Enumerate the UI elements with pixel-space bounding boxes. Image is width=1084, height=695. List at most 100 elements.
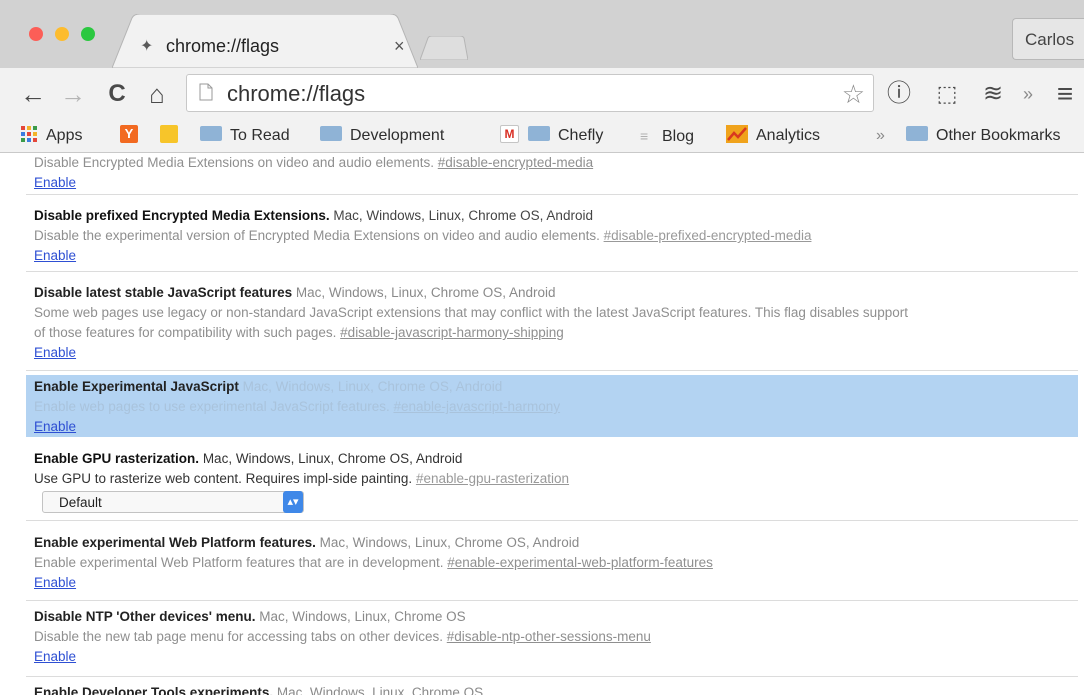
folder-icon — [320, 126, 342, 142]
bookmark-development[interactable]: Development — [320, 120, 444, 152]
layers-icon[interactable]: ≋ — [978, 77, 1008, 111]
flag-anchor[interactable]: #enable-gpu-rasterization — [416, 471, 569, 486]
enable-link[interactable]: Enable — [34, 573, 76, 593]
bookmark-y[interactable]: Y — [120, 120, 145, 152]
enable-link[interactable]: Enable — [34, 246, 76, 266]
close-window-button[interactable] — [29, 27, 43, 41]
flag-name: Disable NTP 'Other devices' menu. — [34, 609, 256, 624]
bookmark-label: Analytics — [756, 127, 821, 144]
flag-anchor[interactable]: #disable-encrypted-media — [438, 155, 593, 170]
url-text[interactable]: chrome://flags — [227, 81, 365, 107]
menu-icon[interactable]: ≡ — [1050, 77, 1080, 111]
select-value: Default — [59, 495, 102, 510]
star-icon[interactable]: ☆ — [842, 79, 865, 110]
extension-info-icon[interactable]: ⓘ — [884, 77, 914, 111]
flag-item: Enable GPU rasterization. Mac, Windows, … — [26, 449, 1078, 521]
bookmark-chefly[interactable]: Chefly — [528, 120, 603, 152]
bookmark-label: Chefly — [558, 127, 604, 144]
bookmark-analytics[interactable]: Analytics — [726, 120, 820, 152]
flag-platforms: Mac, Windows, Linux, Chrome OS, Android — [319, 535, 580, 550]
flag-item: Enable experimental Web Platform feature… — [26, 533, 1078, 601]
minimize-window-button[interactable] — [55, 27, 69, 41]
flag-platforms: Mac, Windows, Linux, Chrome OS, Android — [202, 451, 463, 466]
bookmark-label: Development — [350, 127, 445, 144]
flag-platforms: Mac, Windows, Linux, Chrome OS — [276, 685, 484, 695]
bookmarks-bar: Apps Y To Read Development M Chefly ≡ Blo… — [0, 120, 1084, 153]
flag-item: Disable prefixed Encrypted Media Extensi… — [26, 206, 1078, 272]
flag-description: Disable the experimental version of Encr… — [34, 228, 600, 243]
enable-link[interactable]: Enable — [34, 417, 76, 437]
flag-description-continued: of those features for compatibility with… — [34, 325, 337, 340]
overflow-chevron-icon[interactable]: » — [1018, 77, 1038, 111]
bookmark-blog[interactable]: ≡ Blog — [640, 120, 694, 152]
flag-platforms: Mac, Windows, Linux, Chrome OS — [259, 609, 466, 624]
analytics-icon — [726, 124, 748, 143]
enable-link[interactable]: Enable — [34, 343, 76, 363]
flag-description: Enable experimental Web Platform feature… — [34, 555, 444, 570]
bookmarks-overflow-chevron-icon[interactable]: » — [876, 120, 885, 152]
flag-name: Enable Experimental JavaScript — [34, 379, 239, 394]
bookmark-label: Apps — [46, 127, 83, 144]
flag-item: Disable NTP 'Other devices' menu. Mac, W… — [26, 607, 1078, 677]
reload-icon[interactable]: C — [104, 77, 130, 111]
folder-icon — [200, 126, 222, 142]
chevron-up-down-icon: ▴▾ — [283, 491, 303, 513]
flag-anchor[interactable]: #disable-ntp-other-sessions-menu — [447, 629, 651, 644]
flag-name: Enable GPU rasterization. — [34, 451, 200, 466]
doc-icon: ≡ — [640, 128, 649, 144]
close-icon[interactable]: × — [394, 36, 405, 57]
y-icon: Y — [120, 124, 138, 143]
flags-icon: ✦ — [140, 38, 154, 55]
flag-item: Enable Developer Tools experiments. Mac,… — [26, 683, 1078, 695]
forward-arrow-icon[interactable]: → — [58, 77, 88, 111]
browser-window: ✦ chrome://flags × Carlos ← → C ⌂ ⓘ ⬚ ≋ … — [0, 0, 1084, 695]
flags-list: Disable Encrypted Media Extensions on vi… — [0, 153, 1084, 695]
flag-platforms: Mac, Windows, Linux, Chrome OS, Android — [242, 379, 503, 394]
folder-icon — [528, 126, 550, 142]
gpu-rasterization-select[interactable]: Default ▴▾ — [42, 491, 304, 513]
bookmark-other-bookmarks[interactable]: Other Bookmarks — [906, 120, 1060, 152]
flag-description: Enable web pages to use experimental Jav… — [34, 399, 390, 414]
profile-button[interactable]: Carlos — [1012, 18, 1084, 60]
tab-strip: ✦ chrome://flags × Carlos — [0, 0, 1084, 68]
flag-description: Disable the new tab page menu for access… — [34, 629, 443, 644]
flag-name: Enable Developer Tools experiments. — [34, 685, 274, 695]
bookmark-label: Blog — [662, 128, 695, 145]
flag-anchor[interactable]: #disable-prefixed-encrypted-media — [604, 228, 812, 243]
new-tab-button[interactable] — [420, 36, 468, 60]
bookmark-label: Other Bookmarks — [936, 127, 1061, 144]
flag-platforms: Mac, Windows, Linux, Chrome OS, Android — [333, 208, 593, 223]
flag-item: Disable Encrypted Media Extensions on vi… — [26, 153, 1078, 195]
cast-icon[interactable]: ⬚ — [930, 77, 964, 111]
enable-link[interactable]: Enable — [34, 173, 76, 193]
zoom-window-button[interactable] — [81, 27, 95, 41]
flag-description: Some web pages use legacy or non-standar… — [34, 305, 908, 320]
tab-chrome-flags[interactable]: ✦ chrome://flags × — [112, 14, 418, 68]
home-icon[interactable]: ⌂ — [142, 77, 172, 111]
flag-name: Disable prefixed Encrypted Media Extensi… — [34, 208, 330, 223]
gmail-icon: M — [500, 124, 519, 143]
flag-platforms: Mac, Windows, Linux, Chrome OS, Android — [295, 285, 556, 300]
page-icon — [199, 83, 213, 101]
flag-item: Disable latest stable JavaScript feature… — [26, 283, 1078, 371]
flag-description: Use GPU to rasterize web content. Requir… — [34, 471, 413, 486]
bookmark-label: To Read — [230, 127, 290, 144]
flag-description: Disable Encrypted Media Extensions on vi… — [34, 155, 434, 170]
apps-grid-icon — [21, 125, 37, 142]
bookmark-apps[interactable]: Apps — [20, 120, 82, 152]
back-arrow-icon[interactable]: ← — [18, 77, 48, 111]
flag-anchor[interactable]: #disable-javascript-harmony-shipping — [340, 325, 564, 340]
flag-anchor[interactable]: #enable-experimental-web-platform-featur… — [447, 555, 713, 570]
flag-name: Enable experimental Web Platform feature… — [34, 535, 316, 550]
bookmark-to-read[interactable]: To Read — [200, 120, 290, 152]
enable-link[interactable]: Enable — [34, 647, 76, 667]
keep-icon — [160, 124, 178, 143]
flag-item-highlighted: Enable Experimental JavaScript Mac, Wind… — [26, 375, 1078, 437]
bookmark-keep[interactable] — [160, 120, 185, 152]
bookmark-gmail[interactable]: M — [500, 120, 526, 152]
folder-icon — [906, 126, 928, 142]
tab-title: chrome://flags — [166, 36, 280, 56]
address-bar[interactable]: chrome://flags ☆ — [186, 74, 874, 112]
flag-anchor[interactable]: #enable-javascript-harmony — [393, 399, 560, 414]
flag-name: Disable latest stable JavaScript feature… — [34, 285, 293, 300]
